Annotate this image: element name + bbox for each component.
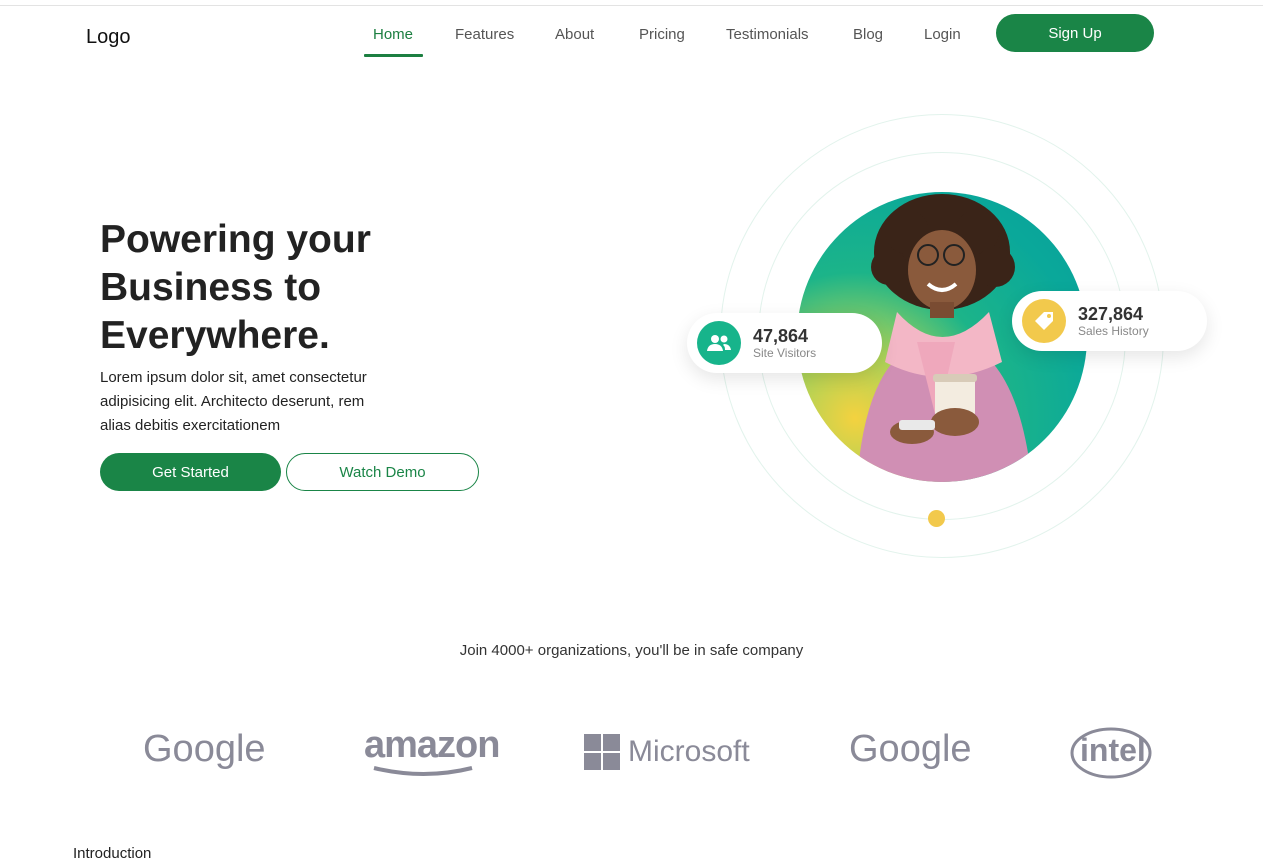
- nav-home[interactable]: Home: [373, 26, 413, 43]
- active-nav-indicator: [364, 54, 423, 57]
- section-title: Introduction: [73, 845, 152, 862]
- partners-heading: Join 4000+ organizations, you'll be in s…: [459, 642, 804, 659]
- watch-demo-button[interactable]: Watch Demo: [286, 453, 479, 491]
- site-visitors-value: 47,864: [753, 326, 809, 346]
- nav-login[interactable]: Login: [924, 26, 961, 43]
- microsoft-logo: Microsoft: [584, 734, 750, 770]
- nav-pricing[interactable]: Pricing: [639, 26, 685, 43]
- tag-icon: [1022, 299, 1066, 343]
- amazon-logo-text: amazon: [364, 724, 500, 766]
- intel-logo: intel: [1070, 726, 1152, 780]
- hero-text-line: Lorem ipsum dolor sit, amet consectetur: [100, 369, 367, 386]
- sales-history-value: 327,864: [1078, 304, 1144, 324]
- sales-history-card: 327,864 Sales History: [1012, 291, 1207, 351]
- amazon-smile-icon: [373, 766, 473, 776]
- google-logo-2: Google: [849, 728, 972, 770]
- intel-logo-text: intel: [1080, 732, 1146, 768]
- hero-title-line: Everywhere.: [100, 314, 330, 357]
- hero-title-line: Business to: [100, 266, 322, 309]
- nav-about[interactable]: About: [555, 26, 594, 43]
- hero-text-line: adipisicing elit. Architecto deserunt, r…: [100, 393, 365, 410]
- hero-title-line: Powering your: [100, 218, 371, 261]
- site-visitors-label: Site Visitors: [753, 346, 817, 360]
- users-icon: [697, 321, 741, 365]
- google-logo: Google: [143, 728, 266, 770]
- site-visitors-card: 47,864 Site Visitors: [687, 313, 882, 373]
- get-started-button[interactable]: Get Started: [100, 453, 281, 491]
- hero-text-line: alias debitis exercitationem: [100, 417, 281, 434]
- nav-blog[interactable]: Blog: [853, 26, 883, 43]
- nav-features[interactable]: Features: [455, 26, 514, 43]
- microsoft-logo-text: Microsoft: [628, 735, 750, 768]
- hero-description: Lorem ipsum dolor sit, amet consectetur …: [100, 366, 400, 438]
- top-divider: [0, 5, 1263, 6]
- nav-testimonials[interactable]: Testimonials: [726, 26, 809, 43]
- site-logo[interactable]: Logo: [86, 26, 131, 49]
- sign-up-button[interactable]: Sign Up: [996, 14, 1154, 52]
- amazon-logo: amazon: [364, 724, 500, 776]
- windows-grid-icon: [584, 734, 620, 770]
- hero-title: Powering your Business to Everywhere.: [100, 216, 500, 360]
- decorative-yellow-dot: [928, 510, 945, 527]
- sales-history-label: Sales History: [1078, 324, 1149, 338]
